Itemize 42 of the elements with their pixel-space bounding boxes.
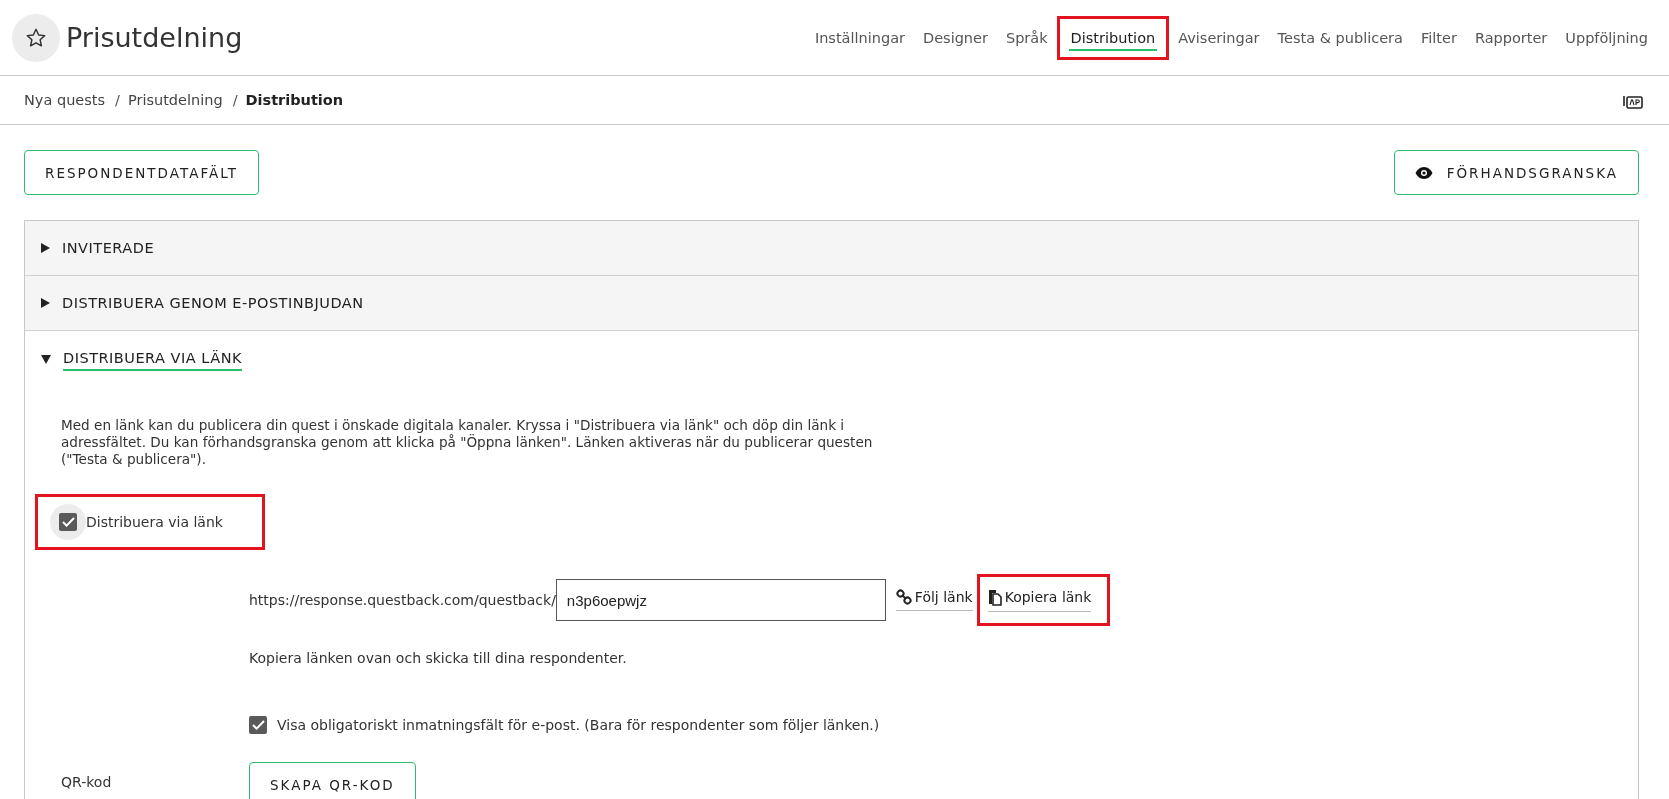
description-text: Med en länk kan du publicera din quest i önskade digitala kanaler. Kryssa i "Distribuera via länk" och döp din länk i adressfältet. Du kan förhandsgranska genom att klicka på "Öppna länken". Länken aktiveras när du publicerar questen ("Testa & publicera"). <box>61 417 874 468</box>
respondent-data-button[interactable]: RESPONDENTDATAFÄLT <box>24 150 260 195</box>
section-title: DISTRIBUERA VIA LÄNK <box>63 347 242 371</box>
checkbox-label: Visa obligatoriskt inmatningsfält för e-post. (Bara för respondenter som följer länken.) <box>277 717 880 733</box>
accordion-header[interactable]: DISTRIBUERA GENOM E-POSTINBJUDAN <box>25 276 1638 330</box>
preview-button[interactable]: FÖRHANDSGRANSKA <box>1393 150 1639 195</box>
link-button[interactable]: Följ länk <box>895 589 973 611</box>
collapse-triangle-icon <box>41 354 51 364</box>
url-prefix: https://response.questback.com/questback/ <box>249 592 556 608</box>
expand-triangle-icon <box>41 243 50 253</box>
qr-code-label: QR-kod <box>61 773 113 790</box>
breadcrumb-link[interactable]: Prisutdelning <box>127 92 223 108</box>
star-icon <box>25 26 47 49</box>
nav-tab[interactable]: Filter <box>1411 23 1466 52</box>
page-title: Prisutdelning <box>66 22 244 53</box>
link-button[interactable]: Kopiera länk <box>987 588 1092 612</box>
nav-tab[interactable]: Distribution <box>1068 24 1158 51</box>
breadcrumb-link[interactable]: Distribution <box>245 92 344 108</box>
nav-tab[interactable]: Uppföljning <box>1556 23 1657 52</box>
link-slug-field[interactable]: n3p6oepwjz <box>555 579 886 621</box>
nav-tab[interactable]: Aviseringar <box>1169 23 1269 52</box>
section-title: DISTRIBUERA GENOM E-POSTINBJUDAN <box>62 294 364 313</box>
nav-tab[interactable]: Testa & publicera <box>1268 23 1412 52</box>
checkbox[interactable] <box>249 716 267 734</box>
accordion-header[interactable]: INVITERADE <box>25 221 1638 275</box>
nav-tab[interactable]: Inställningar <box>805 23 914 52</box>
nav-tab[interactable]: Rapporter <box>1465 23 1557 52</box>
favorite-button[interactable] <box>12 13 60 62</box>
copy-icon <box>987 588 1002 606</box>
nav-tab[interactable]: Designer <box>914 23 997 52</box>
breadcrumb-separator: / <box>115 92 120 108</box>
eye-icon <box>1414 166 1433 179</box>
nav-tab[interactable]: Språk <box>996 23 1057 52</box>
hint-text: Kopiera länken ovan och skicka till dina respondenter. <box>249 650 628 666</box>
section-title: INVITERADE <box>62 239 155 258</box>
create-qr-code-button[interactable]: SKAPA QR-KOD <box>249 762 416 799</box>
checkbox[interactable] <box>59 513 77 531</box>
checkbox-label: Distribuera via länk <box>86 514 223 530</box>
expand-triangle-icon <box>41 298 50 308</box>
link-icon <box>895 589 912 605</box>
breadcrumb-link[interactable]: Nya quests <box>24 92 106 108</box>
breadcrumb-separator: / <box>232 92 238 108</box>
